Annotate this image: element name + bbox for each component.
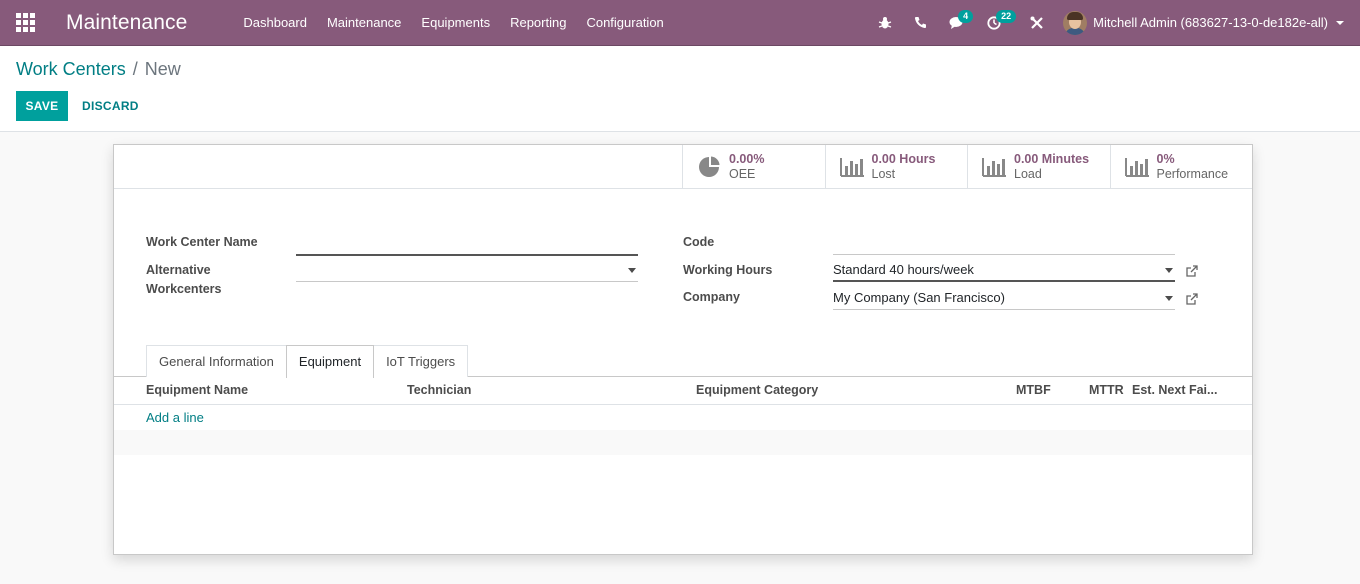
alternative-workcenters-input[interactable] (296, 258, 638, 282)
breadcrumb-parent-link[interactable]: Work Centers (16, 59, 126, 80)
chevron-down-icon[interactable] (1165, 268, 1173, 273)
table-row (114, 455, 1252, 480)
tab-equipment[interactable]: Equipment (285, 345, 375, 378)
table-row (114, 405, 1252, 430)
stat-label: OEE (729, 167, 756, 181)
stat-button-lost[interactable]: 0.00 Hours Lost (824, 145, 968, 189)
user-menu[interactable]: Mitchell Admin (683627-13-0-de182e-all) (1055, 0, 1360, 46)
chat-icon[interactable]: 4 (938, 0, 976, 46)
company-value: My Company (San Francisco) (833, 290, 1005, 305)
bug-icon[interactable] (867, 0, 903, 46)
stat-button-load[interactable]: 0.00 Minutes Load (967, 145, 1110, 189)
menu-item-configuration[interactable]: Configuration (576, 0, 673, 46)
top-navbar: Maintenance Dashboard Maintenance Equipm… (0, 0, 1360, 46)
company-select[interactable]: My Company (San Francisco) (833, 286, 1175, 310)
stat-button-performance[interactable]: 0% Performance (1109, 145, 1253, 189)
stat-label: Load (1014, 167, 1042, 181)
main-menu: Dashboard Maintenance Equipments Reporti… (233, 0, 673, 46)
working-hours-select[interactable]: Standard 40 hours/week (833, 258, 1175, 282)
stat-value: 0.00% (729, 152, 765, 166)
avatar (1063, 10, 1088, 35)
menu-item-equipments[interactable]: Equipments (411, 0, 500, 46)
alternative-workcenters-label-line2: Workcenters (146, 282, 222, 296)
bar-chart-icon (982, 156, 1006, 178)
code-input[interactable] (833, 231, 1175, 255)
working-hours-value: Standard 40 hours/week (833, 262, 974, 277)
tools-icon[interactable] (1012, 0, 1055, 46)
control-panel: Work Centers / New SAVE DISCARD (0, 46, 1360, 132)
breadcrumb-separator: / (132, 59, 138, 79)
systray: 4 22 Mitchell Admin (683627-13-0-de182e-… (867, 0, 1360, 46)
work-center-name-label: Work Center Name (146, 235, 258, 249)
table-header: Equipment Name Technician Equipment Cate… (114, 377, 1252, 405)
work-center-name-input[interactable] (296, 232, 638, 256)
tab-iot-triggers[interactable]: IoT Triggers (373, 345, 469, 377)
breadcrumb-current: New (144, 59, 181, 79)
menu-item-maintenance[interactable]: Maintenance (317, 0, 411, 46)
company-label: Company (683, 290, 740, 304)
column-mtbf[interactable]: MTBF (1016, 383, 1051, 397)
add-a-line-link[interactable]: Add a line (146, 410, 204, 425)
column-mttr[interactable]: MTTR (1089, 383, 1124, 397)
chevron-down-icon (1336, 20, 1344, 25)
working-hours-label: Working Hours (683, 263, 773, 277)
external-link-icon[interactable] (1185, 264, 1199, 278)
table-row (114, 430, 1252, 455)
app-title[interactable]: Maintenance (50, 11, 233, 35)
user-name: Mitchell Admin (683627-13-0-de182e-all) (1093, 15, 1328, 30)
stat-value: 0.00 Minutes (1014, 152, 1090, 166)
stat-value: 0.00 Hours (871, 152, 936, 166)
phone-icon[interactable] (903, 0, 938, 46)
bar-chart-icon (1124, 156, 1149, 178)
stat-button-box: 0.00% OEE 0.00 Hours Lost 0.00 Minutes L… (114, 145, 1252, 189)
external-link-icon[interactable] (1185, 292, 1199, 306)
alternative-workcenters-label-line1: Alternative (146, 263, 211, 277)
code-label: Code (683, 235, 715, 249)
stat-value: 0% (1156, 152, 1175, 166)
messages-badge: 4 (958, 9, 974, 23)
stat-label: Performance (1156, 167, 1229, 181)
bar-chart-icon (839, 156, 864, 178)
column-technician[interactable]: Technician (407, 383, 471, 397)
stat-label: Lost (871, 167, 896, 181)
chevron-down-icon[interactable] (1165, 296, 1173, 301)
breadcrumb: Work Centers / New (16, 59, 181, 80)
column-est-next-failure[interactable]: Est. Next Fai... (1132, 383, 1217, 397)
discard-button[interactable]: DISCARD (74, 91, 147, 121)
tab-general-information[interactable]: General Information (146, 345, 287, 377)
save-button[interactable]: SAVE (16, 91, 68, 121)
apps-grid-icon[interactable] (0, 0, 50, 46)
stat-button-oee[interactable]: 0.00% OEE (682, 145, 825, 189)
pie-chart-icon (697, 156, 721, 178)
clock-icon[interactable]: 22 (976, 0, 1017, 46)
notebook-tabs: General Information Equipment IoT Trigge… (146, 345, 469, 378)
column-equipment-name[interactable]: Equipment Name (146, 383, 248, 397)
column-equipment-category[interactable]: Equipment Category (696, 383, 818, 397)
menu-item-reporting[interactable]: Reporting (500, 0, 576, 46)
form-sheet: 0.00% OEE 0.00 Hours Lost 0.00 Minutes L… (113, 144, 1253, 555)
chevron-down-icon[interactable] (628, 268, 636, 273)
menu-item-dashboard[interactable]: Dashboard (233, 0, 317, 46)
